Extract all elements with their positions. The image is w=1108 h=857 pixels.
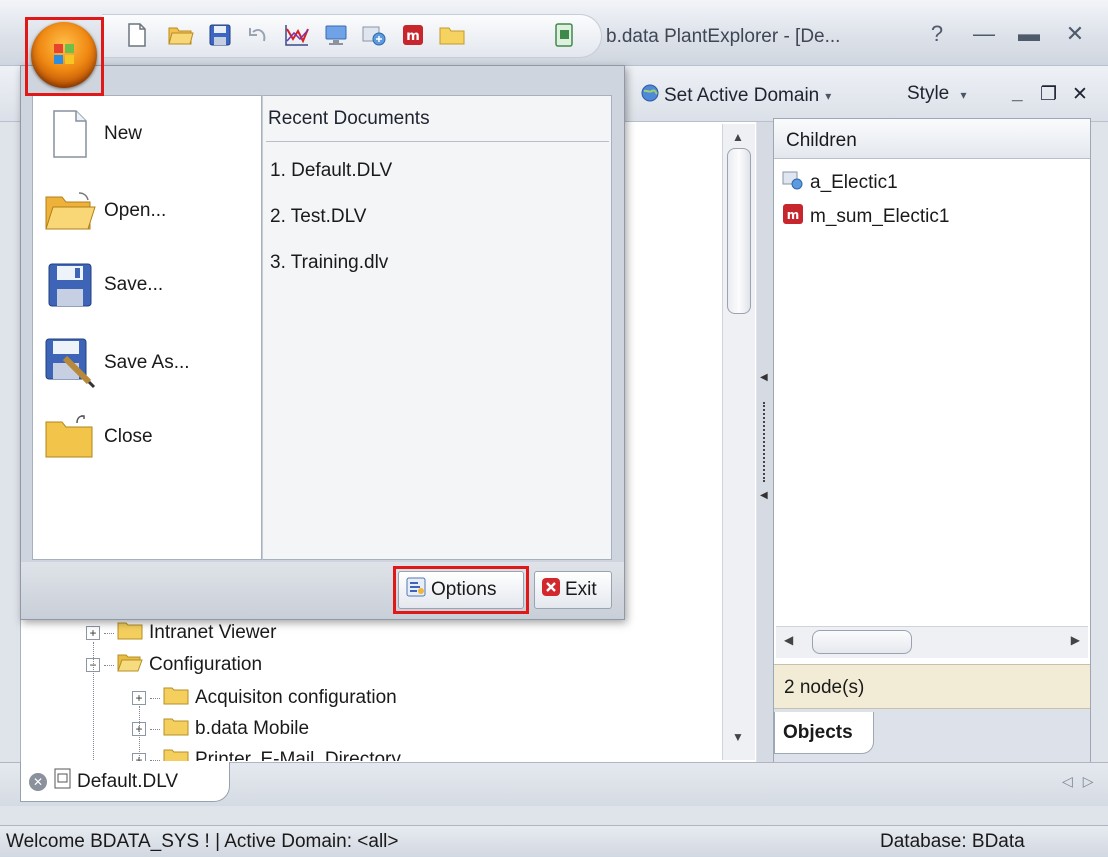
tab-default-dlv[interactable]: ✕ Default.DLV [20,762,230,802]
document-icon [53,768,73,796]
tree-item-label: Intranet Viewer [149,622,277,643]
expand-icon[interactable]: + [132,691,146,705]
folder-icon[interactable] [437,20,467,50]
exit-label: Exit [565,579,597,600]
analog-signal-icon [782,170,804,196]
style-dropdown[interactable]: Style ▾ [907,83,967,105]
chevron-down-icon: ▾ [825,89,832,103]
scroll-left-icon[interactable]: ◀ [784,633,793,647]
tree-guide-line [139,706,140,760]
list-item-a-electic1[interactable]: a_Electic1 [782,170,898,196]
new-document-icon [40,103,100,165]
close-tab-icon[interactable]: ✕ [29,772,47,791]
tree-guide-line [93,642,94,760]
doc-restore-button[interactable]: ❐ [1040,83,1057,106]
tree-clip: + Printer, E-Mail, Directory [20,742,720,761]
new-file-icon[interactable] [122,20,152,50]
children-header: Children [774,119,1090,159]
tree-item-label: Configuration [149,654,263,675]
recent-document-item[interactable]: 2. Test.DLV [270,206,366,228]
folder-icon [163,747,189,761]
menu-item-close[interactable]: Close [40,406,250,468]
menu-item-save-as[interactable]: Save As... [40,332,250,394]
m-object-icon: m [782,203,804,231]
tab-scroll-arrows[interactable]: ◁▷ [1062,773,1104,790]
maximize-button[interactable]: ▬ [1012,20,1046,50]
tree-item-configuration[interactable]: − Configuration [86,652,262,678]
svg-text:m: m [787,208,800,222]
menu-item-label: Close [104,426,153,447]
svg-text:m: m [406,29,420,44]
folder-icon [163,685,189,711]
undo-icon[interactable] [243,20,273,50]
splitter-grip [763,402,765,482]
recent-documents-header: Recent Documents [268,108,430,129]
application-orb-button[interactable] [31,22,97,88]
tree-item-label: Printer, E-Mail, Directory [195,749,401,761]
list-item-label: m_sum_Electic1 [810,206,950,227]
tab-label: Default.DLV [77,770,179,792]
analog-signal-icon[interactable] [359,20,389,50]
recent-document-item[interactable]: 3. Training.dlv [270,252,388,274]
divider [266,141,609,142]
style-label: Style [907,83,950,104]
folder-icon [117,620,143,646]
tree-item-printer-email-directory[interactable]: + Printer, E-Mail, Directory [132,747,401,761]
save-as-icon [40,332,100,394]
open-folder-icon [40,180,100,242]
tree-item-acquisition-configuration[interactable]: + Acquisiton configuration [132,685,397,711]
scroll-up-icon[interactable]: ▲ [732,130,744,144]
collapse-left-icon[interactable]: ◀ [760,372,768,383]
options-highlight-frame [393,566,529,614]
minimize-button[interactable]: — [967,20,1001,50]
save-icon[interactable] [205,20,235,50]
status-welcome: Welcome BDATA_SYS ! | Active Domain: <al… [6,831,399,852]
windows-logo-icon [53,43,75,71]
menu-item-label: Save... [104,274,164,295]
expand-icon[interactable]: + [86,626,100,640]
menu-item-new[interactable]: New [40,103,250,165]
close-folder-icon [40,406,100,468]
close-window-button[interactable]: ✕ [1058,20,1092,50]
tree-item-intranet-viewer[interactable]: + Intranet Viewer [86,620,276,646]
exit-icon [541,577,561,603]
set-active-domain-label: Set Active Domain [664,85,820,106]
set-active-domain-button[interactable]: Set Active Domain ▾ [640,83,831,109]
menu-item-label: New [104,123,143,144]
pane-splitter[interactable]: ◀ ◀ [757,122,773,762]
doc-close-button[interactable]: ✕ [1072,83,1088,106]
scroll-down-icon[interactable]: ▼ [732,730,744,744]
exit-button[interactable]: Exit [534,571,612,609]
menu-item-save[interactable]: Save... [40,254,250,316]
status-database: Database: BData [880,831,1025,852]
globe-icon [640,83,660,109]
tab-objects[interactable]: Objects [774,712,874,754]
tree-item-bdata-mobile[interactable]: + b.data Mobile [132,716,309,742]
scroll-right-icon[interactable]: ▶ [1071,633,1080,647]
monitor-icon[interactable] [321,20,351,50]
tree-item-label: b.data Mobile [195,718,310,739]
m-object-icon[interactable]: m [398,20,428,50]
list-item-m-sum-electic1[interactable]: m m_sum_Electic1 [782,203,949,231]
chevron-down-icon: ▾ [960,88,967,102]
horizontal-scrollbar-thumb[interactable] [812,630,912,654]
open-folder-icon[interactable] [166,20,196,50]
menu-item-label: Save As... [104,352,190,373]
tree-item-label: Acquisiton configuration [195,687,397,708]
help-button[interactable]: ? [920,20,954,50]
collapse-left-icon[interactable]: ◀ [760,490,768,501]
recent-document-item[interactable]: 1. Default.DLV [270,160,392,182]
open-folder-icon [117,652,143,678]
document-export-icon[interactable] [549,20,579,50]
scrollbar-thumb[interactable] [727,148,751,314]
doc-minimize-button[interactable]: _ [1012,83,1023,105]
list-item-label: a_Electic1 [810,172,898,193]
node-count-status: 2 node(s) [774,664,1090,709]
menu-item-label: Open... [104,200,167,221]
folder-icon [163,716,189,742]
menu-item-open[interactable]: Open... [40,180,250,242]
save-disk-icon [40,254,100,316]
trend-chart-icon[interactable] [282,20,312,50]
window-title: b.data PlantExplorer - [De... [606,26,841,47]
